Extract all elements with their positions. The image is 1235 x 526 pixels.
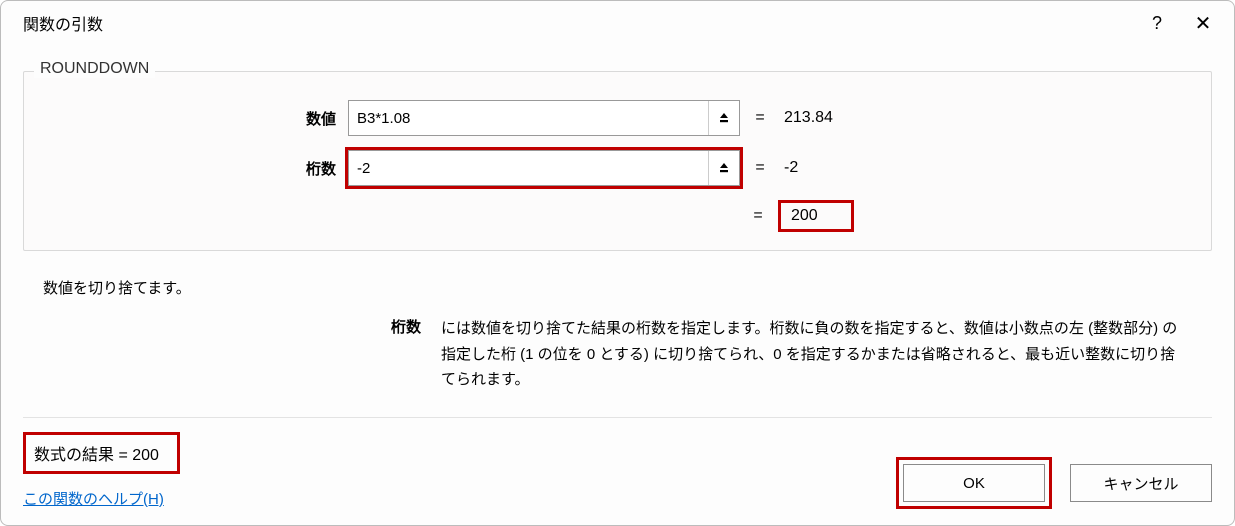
digits-input[interactable] [349,151,708,185]
computed-result: 200 [778,200,854,232]
arg-label-number: 数値 [46,108,348,129]
function-summary: 数値を切り捨てます。 [43,277,1212,298]
arg-row-number: 数値 = 213.84 [46,100,1189,136]
argument-description-block: 桁数 には数値を切り捨てた結果の桁数を指定します。桁数に負の数を指定すると、数値… [23,316,1212,393]
equals-sign: = [738,207,778,225]
argument-description-text: には数値を切り捨てた結果の桁数を指定します。桁数に負の数を指定すると、数値は小数… [441,316,1212,393]
arg-result-number: 213.84 [780,109,833,127]
equals-sign: = [740,109,780,127]
arguments-group: ROUNDDOWN 数値 = 213.8 [23,71,1212,251]
footer: 数式の結果 = 200 この関数のヘルプ(H) OK キャンセル [23,417,1212,509]
reference-picker-icon [717,161,731,175]
function-name-legend: ROUNDDOWN [34,60,155,78]
arg-result-digits: -2 [780,159,798,177]
formula-result-label: 数式の結果 = [34,447,132,464]
help-button[interactable]: ? [1134,3,1180,43]
button-row: OK キャンセル [896,457,1212,509]
help-link[interactable]: この関数のヘルプ(H) [23,491,164,508]
collapse-dialog-button-digits[interactable] [708,151,739,185]
ok-button-highlight: OK [896,457,1052,509]
number-input[interactable] [349,101,708,135]
collapse-dialog-button-number[interactable] [708,101,739,135]
reference-picker-icon [717,111,731,125]
equals-sign: = [740,159,780,177]
dialog-title: 関数の引数 [23,11,103,35]
titlebar: 関数の引数 ? ✕ [1,1,1234,45]
function-arguments-dialog: 関数の引数 ? ✕ ROUNDDOWN 数値 [0,0,1235,526]
arg-label-digits: 桁数 [46,158,348,179]
ok-button[interactable]: OK [903,464,1045,502]
help-icon: ? [1152,13,1162,34]
arg-input-wrap-digits [348,150,740,186]
close-icon: ✕ [1195,11,1212,36]
arg-input-wrap-number [348,100,740,136]
formula-result: 数式の結果 = 200 [23,432,180,474]
cancel-button[interactable]: キャンセル [1070,464,1212,502]
argument-description-label: 桁数 [23,316,441,393]
close-button[interactable]: ✕ [1180,3,1226,43]
formula-result-value: 200 [132,447,159,464]
arg-row-digits: 桁数 = -2 [46,150,1189,186]
computed-result-row: = 200 [46,200,1189,232]
